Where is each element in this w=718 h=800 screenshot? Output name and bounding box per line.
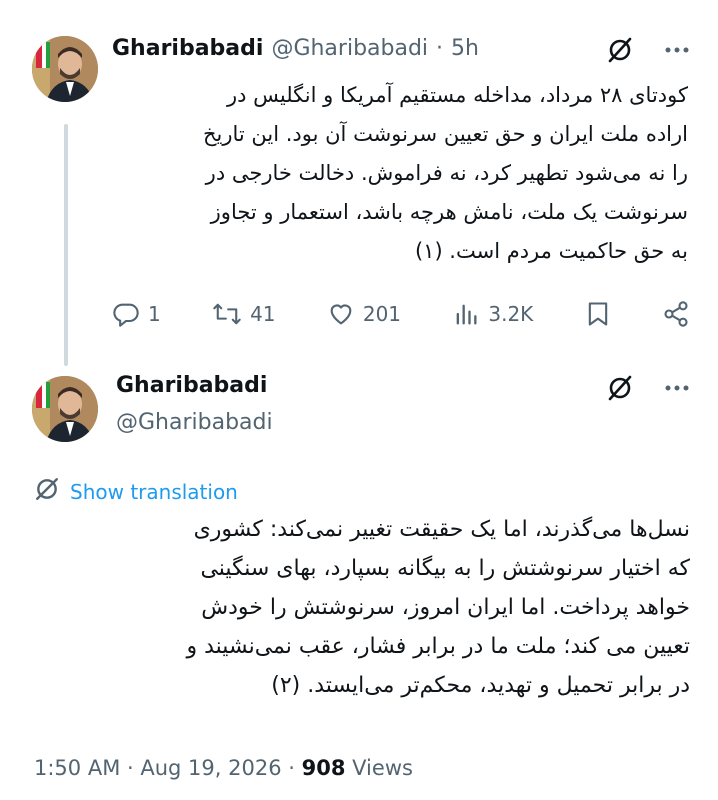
separator-dot: · — [127, 756, 141, 780]
retweet-count: 41 — [250, 302, 276, 326]
share-icon — [662, 300, 690, 328]
views-count: 908 — [301, 756, 346, 780]
show-translation-link[interactable]: Show translation — [34, 476, 238, 507]
tweet1-header: Gharibabadi @Gharibabadi · 5h — [112, 36, 479, 61]
separator-dot: · — [436, 36, 444, 61]
tweet-date[interactable]: Aug 19, 2026 — [140, 756, 281, 780]
reply-count: 1 — [148, 302, 161, 326]
tweet1-action-bar: 1 41 201 3.2K — [112, 300, 690, 328]
tweet2-header-actions — [606, 374, 690, 402]
tweet-time[interactable]: 1:50 AM — [34, 756, 120, 780]
views-count: 3.2K — [488, 302, 534, 326]
like-button[interactable]: 201 — [327, 300, 401, 328]
like-count: 201 — [362, 302, 402, 326]
bookmark-button[interactable] — [585, 300, 611, 328]
author-handle[interactable]: @Gharibabadi — [116, 410, 273, 435]
author-name[interactable]: Gharibabadi — [116, 373, 267, 398]
avatar[interactable] — [32, 36, 98, 102]
views-label: Views — [352, 756, 413, 780]
more-icon[interactable] — [664, 384, 690, 392]
tweet1-text: کودتای ۲۸ مرداد، مداخله مستقیم آمریکا و … — [202, 83, 688, 263]
like-icon — [327, 300, 355, 328]
reply-icon — [112, 300, 140, 328]
reply-button[interactable]: 1 — [112, 300, 161, 328]
tweet2-text: نسل‌ها می‌گذرند، اما یک حقیقت تغییر نمی‌… — [186, 517, 691, 698]
tweet-meta: 1:50 AM · Aug 19, 2026 · 908 Views — [34, 756, 413, 780]
more-icon[interactable] — [664, 46, 690, 54]
author-name[interactable]: Gharibabadi — [112, 36, 263, 61]
views-icon — [452, 300, 480, 328]
grok-icon[interactable] — [606, 374, 634, 402]
views-button[interactable]: 3.2K — [452, 300, 533, 328]
thread-connector-line — [64, 124, 68, 366]
separator-dot: · — [288, 756, 302, 780]
show-translation-label: Show translation — [70, 479, 238, 504]
translate-icon — [34, 476, 60, 507]
tweet-timestamp[interactable]: 5h — [451, 36, 479, 61]
tweet1-header-actions — [606, 36, 690, 64]
grok-icon[interactable] — [606, 36, 634, 64]
avatar[interactable] — [32, 376, 98, 442]
retweet-button[interactable]: 41 — [212, 300, 276, 328]
bookmark-icon — [585, 300, 611, 328]
author-handle[interactable]: @Gharibabadi — [271, 36, 428, 61]
share-button[interactable] — [662, 300, 690, 328]
retweet-icon — [212, 300, 242, 328]
